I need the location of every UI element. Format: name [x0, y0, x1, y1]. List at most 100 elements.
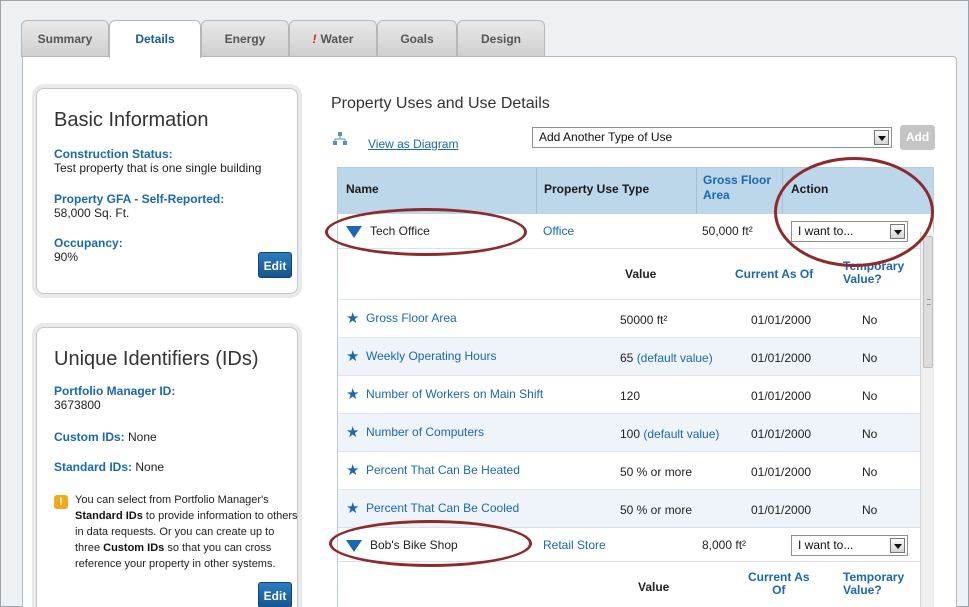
star-icon: ★	[346, 500, 360, 517]
detail-label-link[interactable]: Percent That Can Be Heated	[366, 463, 520, 477]
detail-row: ★ Weekly Operating Hours 65 (default value…	[338, 337, 921, 375]
detail-row: ★ Percent That Can Be Heated 50 % or more 0…	[338, 451, 921, 489]
panel-title: Unique Identifiers (IDs)	[54, 348, 259, 370]
edit-basic-info-button[interactable]: Edit	[258, 252, 292, 278]
property-row: Tech Office Office 50,000 ft² I want to.…	[338, 214, 921, 249]
tab-goals[interactable]: Goals	[377, 20, 457, 57]
tab-summary[interactable]: Summary	[21, 20, 109, 57]
col-temporary: Temporary Value?	[843, 570, 905, 597]
col-name: Name	[346, 182, 379, 196]
pm-id-label: Portfolio Manager ID:	[54, 384, 176, 398]
detail-label-link[interactable]: Number of Computers	[366, 425, 484, 439]
property-name: Bob's Bike Shop	[370, 538, 458, 552]
view-as-diagram-link[interactable]: View as Diagram	[368, 137, 458, 151]
property-type-link[interactable]: Office	[543, 224, 574, 238]
property-row: Bob's Bike Shop Retail Store 8,000 ft² I…	[338, 527, 921, 562]
star-icon: ★	[346, 462, 360, 479]
detail-subheader: Value Current As Of Temporary Value?	[338, 249, 921, 299]
construction-status-value: Test property that is one single buildin…	[54, 161, 262, 175]
basic-info-panel: Basic Information Construction Status: T…	[36, 88, 298, 294]
detail-label-link[interactable]: Weekly Operating Hours	[366, 349, 497, 363]
edit-ids-button[interactable]: Edit	[258, 582, 292, 607]
gfa-value: 58,000 Sq. Ft.	[54, 206, 130, 220]
detail-label-link[interactable]: Gross Floor Area	[366, 311, 457, 325]
detail-date: 01/01/2000	[751, 313, 812, 327]
diagram-icon	[333, 132, 347, 145]
detail-label-link[interactable]: Number of Workers on Main Shift	[366, 387, 543, 401]
star-icon: ★	[346, 386, 360, 403]
add-use-button[interactable]: Add	[900, 125, 935, 150]
col-gfa: Gross Floor Area	[696, 168, 782, 214]
detail-value: 50 % or more	[620, 503, 693, 517]
property-name: Tech Office	[370, 224, 430, 238]
section-title: Property Uses and Use Details	[331, 95, 550, 112]
occupancy-value: 90%	[54, 250, 79, 264]
action-select[interactable]: I want to...	[791, 221, 908, 242]
tab-water[interactable]: ! Water	[289, 20, 377, 57]
detail-temporary: No	[862, 313, 878, 327]
add-use-select[interactable]: Add Another Type of Use	[532, 127, 892, 148]
detail-temporary: No	[862, 465, 878, 479]
custom-ids: Custom IDs: None	[54, 430, 157, 444]
detail-date: 01/01/2000	[751, 503, 812, 517]
col-type: Property Use Type	[536, 168, 696, 214]
panel-title: Basic Information	[54, 109, 209, 131]
detail-row: ★ Gross Floor Area 50000 ft² 01/01/2000 No	[338, 299, 921, 337]
detail-subheader: Value Current As Of Temporary Value?	[338, 562, 921, 607]
standard-ids: Standard IDs: None	[54, 460, 165, 474]
tab-design[interactable]: Design	[457, 20, 545, 57]
detail-value: 50 % or more	[620, 465, 693, 479]
scrollbar-thumb[interactable]	[923, 236, 933, 368]
detail-date: 01/01/2000	[751, 351, 812, 365]
detail-value: 65 (default value)	[620, 351, 713, 365]
ids-help-text: You can select from Portfolio Manager's …	[75, 494, 298, 570]
detail-date: 01/01/2000	[751, 465, 812, 479]
star-icon: ★	[346, 424, 360, 441]
pm-id-value: 3673800	[54, 398, 101, 412]
gfa-label: Property GFA - Self-Reported:	[54, 192, 225, 206]
detail-temporary: No	[862, 427, 878, 441]
detail-temporary: No	[862, 351, 878, 365]
detail-row: ★ Number of Computers 100 (default value) 0…	[338, 413, 921, 451]
tab-details[interactable]: Details	[109, 20, 201, 58]
detail-temporary: No	[862, 503, 878, 517]
col-value: Value	[625, 267, 657, 281]
table-header: Name Property Use Type Gross Floor Area …	[338, 168, 933, 214]
expand-triangle-icon[interactable]	[346, 540, 362, 552]
detail-value: 50000 ft²	[620, 313, 668, 327]
detail-value: 100 (default value)	[620, 427, 720, 441]
detail-value: 120	[620, 389, 641, 403]
grip-icon	[927, 299, 931, 305]
star-icon: ★	[346, 348, 360, 365]
col-value: Value	[638, 580, 670, 594]
col-current-as-of: Current As Of	[735, 267, 814, 281]
detail-date: 01/01/2000	[751, 427, 812, 441]
construction-status-label: Construction Status:	[54, 147, 173, 161]
detail-row: ★ Number of Workers on Main Shift 120 01/01…	[338, 375, 921, 413]
detail-label-link[interactable]: Percent That Can Be Cooled	[366, 501, 519, 515]
dropdown-arrow-icon	[890, 224, 905, 239]
property-type-link[interactable]: Retail Store	[543, 538, 606, 552]
dropdown-arrow-icon	[874, 130, 889, 145]
detail-date: 01/01/2000	[751, 389, 812, 403]
col-temporary: Temporary Value?	[843, 259, 905, 286]
occupancy-label: Occupancy:	[54, 236, 123, 250]
unique-ids-panel: Unique Identifiers (IDs) Portfolio Manag…	[36, 327, 298, 607]
dropdown-arrow-icon	[890, 538, 905, 553]
property-gfa: 8,000 ft²	[702, 538, 747, 552]
star-icon: ★	[346, 310, 360, 327]
col-current-as-of: Current As Of	[748, 570, 810, 597]
alert-icon: !	[312, 32, 317, 46]
table-scrollbar[interactable]	[920, 232, 934, 607]
detail-temporary: No	[862, 389, 878, 403]
property-gfa: 50,000 ft²	[702, 224, 753, 238]
detail-row: ★ Percent That Can Be Cooled 50 % or more 0…	[338, 489, 921, 527]
content-area: Basic Information Construction Status: T…	[22, 56, 957, 607]
app-frame: Summary Details Energy ! Water Goals Desi…	[0, 0, 969, 607]
col-action: Action	[782, 168, 933, 214]
action-select[interactable]: I want to...	[791, 535, 908, 556]
uses-table: Name Property Use Type Gross Floor Area …	[337, 167, 934, 607]
info-icon: !	[54, 495, 68, 509]
tab-energy[interactable]: Energy	[201, 20, 289, 57]
expand-triangle-icon[interactable]	[346, 226, 362, 238]
